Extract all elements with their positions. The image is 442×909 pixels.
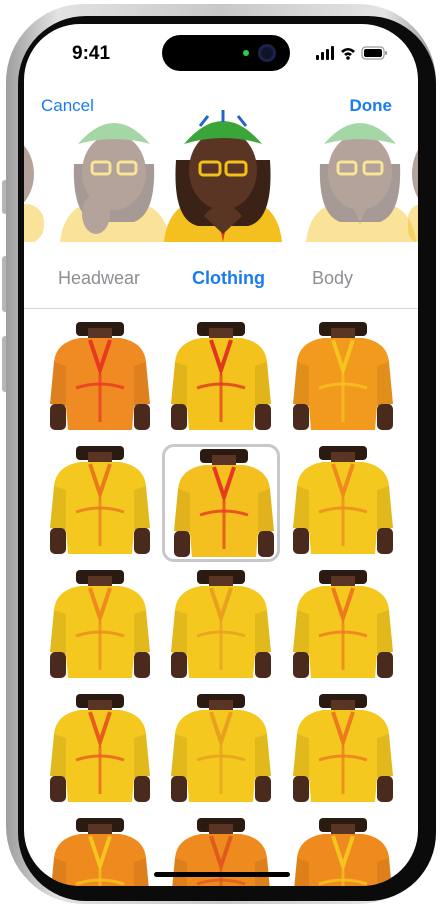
clothing-preview xyxy=(171,322,271,430)
tab-clothing[interactable]: Clothing xyxy=(192,268,265,289)
screen: 9:41 Cancel Done Headwear Clothing Body xyxy=(24,24,418,886)
clothing-option-yellow-dashiki[interactable] xyxy=(162,444,280,562)
status-bar: 9:41 xyxy=(24,24,418,84)
dynamic-island xyxy=(162,35,290,71)
clothing-preview xyxy=(293,570,393,678)
clothing-preview xyxy=(171,570,271,678)
clothing-option-yellow-floral-blouse[interactable] xyxy=(41,692,159,810)
clothing-option-yellow-qipao-top[interactable] xyxy=(284,692,402,810)
clothing-options-grid xyxy=(24,320,418,886)
clothing-option-yellow-wrap-top[interactable] xyxy=(162,568,280,686)
clothing-preview xyxy=(50,322,150,430)
clothing-preview xyxy=(293,446,393,554)
clothing-preview xyxy=(50,446,150,554)
clothing-preview xyxy=(293,322,393,430)
tab-body[interactable]: Body xyxy=(312,268,353,289)
memoji-pose-left[interactable] xyxy=(54,104,174,242)
category-tabs: Headwear Clothing Body xyxy=(24,260,418,300)
memoji-pose-far-right[interactable] xyxy=(408,104,418,242)
memoji-pose-selected[interactable] xyxy=(160,104,286,242)
camera-indicator-dot xyxy=(243,50,249,56)
clothing-option-orange-striped-top[interactable] xyxy=(284,320,402,438)
clothing-preview xyxy=(293,694,393,802)
clothing-option-yellow-red-pattern-top[interactable] xyxy=(162,320,280,438)
clothing-option-yellow-hoodie[interactable] xyxy=(41,444,159,562)
clothing-option-yellow-tunic[interactable] xyxy=(284,444,402,562)
clothing-option-yellow-pocket-hoodie[interactable] xyxy=(41,568,159,686)
memoji-pose-right[interactable] xyxy=(300,104,418,242)
clothing-preview xyxy=(51,818,149,886)
clothing-option-orange-sash-top[interactable] xyxy=(41,816,159,886)
clothing-preview xyxy=(174,449,274,557)
clothing-option-orange-collar-top[interactable] xyxy=(284,816,402,886)
clothing-preview xyxy=(294,818,392,886)
clothing-option-yellow-wrap-skirt[interactable] xyxy=(284,568,402,686)
cellular-signal-icon xyxy=(316,46,334,60)
memoji-pose-carousel[interactable] xyxy=(24,104,418,242)
tabs-divider xyxy=(24,308,418,309)
wifi-icon xyxy=(341,48,355,60)
home-indicator[interactable] xyxy=(154,872,290,877)
tab-headwear[interactable]: Headwear xyxy=(58,268,140,289)
clothing-option-orange-swirl-dress[interactable] xyxy=(41,320,159,438)
clothing-preview xyxy=(50,694,150,802)
status-icons xyxy=(316,46,387,60)
front-camera xyxy=(258,44,276,62)
memoji-pose-far-left[interactable] xyxy=(24,104,44,242)
status-time: 9:41 xyxy=(72,43,111,64)
clothing-preview xyxy=(50,570,150,678)
clothing-option-yellow-off-shoulder-top[interactable] xyxy=(162,692,280,810)
battery-icon xyxy=(361,46,387,60)
clothing-preview xyxy=(171,694,271,802)
